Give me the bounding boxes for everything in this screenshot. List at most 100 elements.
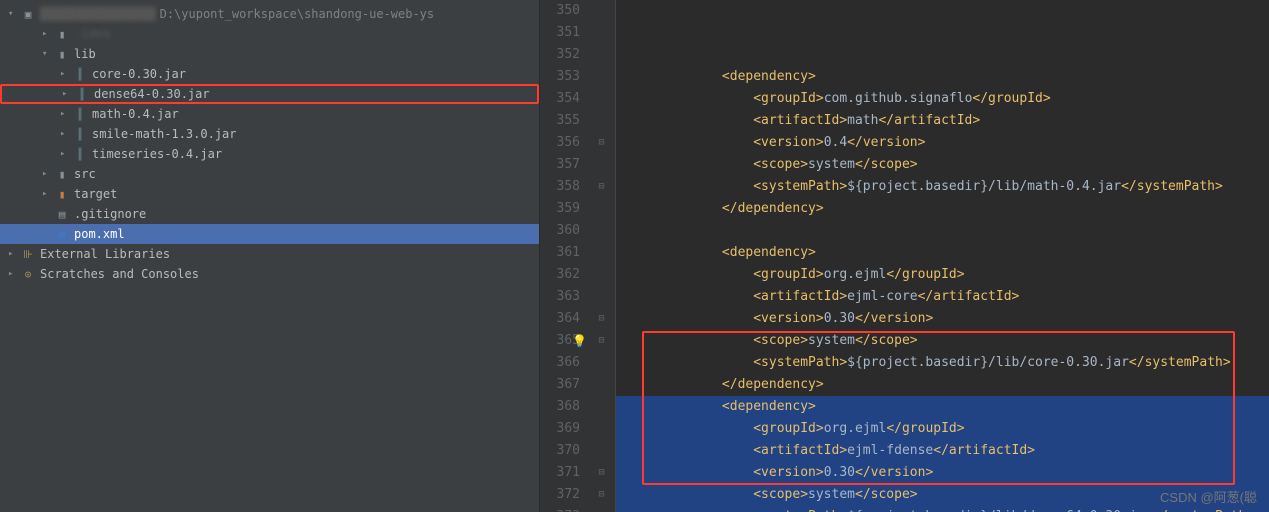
code-line[interactable]: <artifactId>ejml-fdense</artifactId> — [616, 440, 1269, 462]
fold-toggle-icon[interactable]: ⊟ — [598, 484, 604, 506]
token-text: math — [847, 113, 878, 128]
token-tag: <artifactId> — [753, 443, 847, 458]
token-tag: > — [816, 201, 824, 216]
token-tag: <scope> — [753, 333, 808, 348]
code-area[interactable]: <dependency> <groupId>com.github.signafl… — [616, 0, 1269, 512]
gutter-icon-row — [588, 44, 615, 66]
tree-item-label: target — [74, 187, 117, 201]
gutter-icon-row — [588, 242, 615, 264]
token-tag: </groupId> — [972, 91, 1050, 106]
code-line[interactable]: <dependency> — [616, 66, 1269, 88]
chevron-right-icon[interactable]: ▸ — [60, 109, 70, 119]
tree-item[interactable]: mpom.xml — [0, 224, 539, 244]
code-line[interactable]: <systemPath>${project.basedir}/lib/dense… — [616, 506, 1269, 512]
chevron-down-icon[interactable]: ▾ — [8, 9, 18, 19]
token-tag: </version> — [855, 465, 933, 480]
token-text: ejml-fdense — [847, 443, 933, 458]
tree-item[interactable]: ▸▮src — [0, 164, 539, 184]
tree-item[interactable]: ▸▮.idea — [0, 24, 539, 44]
chevron-right-icon[interactable]: ▸ — [42, 189, 52, 199]
folder-orange-icon: ▮ — [54, 186, 70, 202]
token-text: ejml-core — [847, 289, 917, 304]
project-root[interactable]: ▾ ▣ ████████████████ D:\yupont_workspace… — [0, 4, 539, 24]
token-tag: </systemPath> — [1129, 355, 1231, 370]
chevron-down-icon[interactable]: ▾ — [42, 49, 52, 59]
chevron-right-icon[interactable]: ▸ — [42, 169, 52, 179]
chevron-right-icon[interactable]: ▸ — [60, 69, 70, 79]
token-tag: <dependency> — [722, 399, 816, 414]
token-tag: </ — [722, 377, 738, 392]
chevron-right-icon[interactable]: ▸ — [8, 269, 18, 279]
gutter-icon-row — [588, 220, 615, 242]
line-number: 358 — [540, 176, 580, 198]
project-tree: ▾ ▣ ████████████████ D:\yupont_workspace… — [0, 0, 539, 284]
token-text: system — [808, 487, 855, 502]
line-number: 355 — [540, 110, 580, 132]
code-line[interactable]: </dependency> — [616, 198, 1269, 220]
maven-icon: m — [54, 226, 70, 242]
tree-item[interactable]: ▤.gitignore — [0, 204, 539, 224]
chevron-right-icon[interactable]: ▸ — [8, 249, 18, 259]
token-tag: <dependency> — [722, 245, 816, 260]
gutter-icon-row: ⊟ — [588, 132, 615, 154]
code-line[interactable]: <groupId>org.ejml</groupId> — [616, 264, 1269, 286]
gutter-icon-row — [588, 198, 615, 220]
code-line[interactable]: </dependency> — [616, 374, 1269, 396]
code-line[interactable]: <dependency> — [616, 242, 1269, 264]
tree-item[interactable]: ▸║timeseries-0.4.jar — [0, 144, 539, 164]
chevron-right-icon[interactable]: ▸ — [42, 29, 52, 39]
code-editor[interactable]: 3503513523533543553563573583593603613623… — [540, 0, 1269, 512]
token-closing: dependency — [738, 377, 816, 392]
gutter-icon-row — [588, 22, 615, 44]
gutter-icon-row — [588, 506, 615, 512]
code-line[interactable]: <systemPath>${project.basedir}/lib/math-… — [616, 176, 1269, 198]
external-libraries[interactable]: ▸ ⊪ External Libraries — [0, 244, 539, 264]
fold-toggle-icon[interactable]: ⊟ — [598, 330, 604, 352]
tree-item[interactable]: ▸║math-0.4.jar — [0, 104, 539, 124]
code-line[interactable]: <version>0.30</version> — [616, 462, 1269, 484]
scratches-consoles[interactable]: ▸ ⊙ Scratches and Consoles — [0, 264, 539, 284]
chevron-right-icon[interactable]: ▸ — [62, 89, 72, 99]
token-tag: <version> — [753, 311, 823, 326]
code-line[interactable]: <artifactId>ejml-core</artifactId> — [616, 286, 1269, 308]
code-line[interactable]: <systemPath>${project.basedir}/lib/core-… — [616, 352, 1269, 374]
code-line[interactable]: <dependency> — [616, 396, 1269, 418]
fold-toggle-icon[interactable]: ⊟ — [598, 462, 604, 484]
line-number: 363 — [540, 286, 580, 308]
code-line[interactable] — [616, 220, 1269, 242]
line-number: 366 — [540, 352, 580, 374]
line-number: 367 — [540, 374, 580, 396]
token-text: org.ejml — [824, 267, 887, 282]
chevron-right-icon[interactable]: ▸ — [60, 129, 70, 139]
code-line[interactable]: <version>0.30</version> — [616, 308, 1269, 330]
tree-item[interactable]: ▸║dense64-0.30.jar — [0, 84, 539, 104]
tree-item-label: dense64-0.30.jar — [94, 87, 210, 101]
code-line[interactable]: <groupId>com.github.signaflo</groupId> — [616, 88, 1269, 110]
token-text: ${project.basedir}/lib/math-0.4.jar — [847, 179, 1121, 194]
line-number: 362 — [540, 264, 580, 286]
fold-toggle-icon[interactable]: ⊟ — [598, 176, 604, 198]
code-line[interactable]: <artifactId>math</artifactId> — [616, 110, 1269, 132]
gutter-icon-row — [588, 396, 615, 418]
tree-item[interactable]: ▸▮ target — [0, 184, 539, 204]
line-number: 361 — [540, 242, 580, 264]
gutter-icon-row: ⊟ — [588, 176, 615, 198]
tree-item[interactable]: ▾▮lib — [0, 44, 539, 64]
token-tag: </systemPath> — [1121, 179, 1223, 194]
token-tag: </ — [722, 201, 738, 216]
tree-item[interactable]: ▸║smile-math-1.3.0.jar — [0, 124, 539, 144]
code-line[interactable]: <version>0.4</version> — [616, 132, 1269, 154]
intention-bulb-icon[interactable]: 💡 — [572, 330, 587, 352]
line-number-gutter: 3503513523533543553563573583593603613623… — [540, 0, 588, 512]
fold-toggle-icon[interactable]: ⊟ — [598, 132, 604, 154]
libraries-icon: ⊪ — [20, 246, 36, 262]
code-line[interactable]: <scope>system</scope> — [616, 154, 1269, 176]
tree-item-label: smile-math-1.3.0.jar — [92, 127, 237, 141]
code-line[interactable]: <groupId>org.ejml</groupId> — [616, 418, 1269, 440]
code-line[interactable]: <scope>system</scope> — [616, 330, 1269, 352]
chevron-right-icon[interactable]: ▸ — [60, 149, 70, 159]
tree-item[interactable]: ▸║core-0.30.jar — [0, 64, 539, 84]
token-tag: <version> — [753, 465, 823, 480]
jar-icon: ║ — [72, 106, 88, 122]
fold-toggle-icon[interactable]: ⊟ — [598, 308, 604, 330]
